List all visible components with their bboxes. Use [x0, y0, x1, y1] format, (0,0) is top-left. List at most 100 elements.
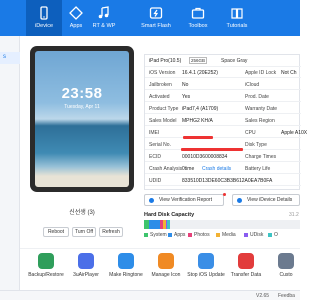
- info-row: IMEI CPU Apple A10X: [145, 127, 307, 138]
- notification-dot: [223, 193, 226, 196]
- redaction-mark: [181, 148, 243, 151]
- status-bar: V2.65 Feedba: [0, 290, 300, 300]
- legend-label: Media: [222, 232, 236, 238]
- redaction-mark: [183, 136, 213, 139]
- tool-make-ringtone[interactable]: Make Ringtone: [104, 253, 148, 278]
- info-key: Charge Times: [245, 154, 277, 160]
- report-icon: [149, 198, 154, 203]
- tab-tutorials[interactable]: Tutorials: [222, 0, 252, 36]
- info-row: Crash Analysis 0time Crash details Battery …: [145, 163, 301, 174]
- legend-swatch: [144, 232, 148, 237]
- info-row: iOS Version 16.4.1 (20E252) Apple ID Lock N…: [145, 67, 301, 78]
- info-key: iOS Version: [149, 70, 176, 76]
- legend-item: UDisk: [244, 232, 263, 238]
- device-screen: 23:58 Tuesday, Apr 11: [35, 51, 129, 187]
- info-value: 00010D3600008834: [182, 154, 228, 160]
- info-key: IMEI: [149, 130, 160, 136]
- sidebar: s: [0, 36, 20, 300]
- info-key: UDID: [149, 178, 162, 184]
- tool-custo[interactable]: Custo: [264, 253, 308, 278]
- grid-icon: [158, 253, 174, 269]
- tool-label: Custo: [279, 272, 293, 278]
- info-value: 0time: [182, 166, 195, 172]
- info-value: Apple A10X: [281, 130, 308, 136]
- info-key: CPU: [245, 130, 256, 136]
- tool-manage-icon[interactable]: Manage Icon: [144, 253, 188, 278]
- info-row: Activated Yes Prod. Date: [145, 91, 301, 102]
- toolbox-icon: [191, 7, 205, 19]
- info-value: 16.4.1 (20E252): [182, 70, 218, 76]
- sidebar-item-label: s: [3, 54, 6, 60]
- phone-icon: [40, 6, 48, 20]
- legend-label: O: [274, 232, 278, 238]
- apps-icon: [69, 6, 83, 20]
- legend-label: Photos: [194, 232, 210, 238]
- backup-icon: [38, 253, 54, 269]
- transfer-icon: [238, 253, 254, 269]
- device-color: Space Gray: [221, 58, 248, 64]
- refresh-button[interactable]: Refresh: [99, 227, 123, 237]
- tab-label: Smart Flash: [141, 23, 171, 29]
- tab-rt-wp[interactable]: RT & WP: [90, 0, 118, 36]
- tool-label: Backup/Restore: [28, 272, 64, 278]
- legend-item: Photos: [188, 232, 210, 238]
- device-name: 신선생 (3): [69, 210, 95, 216]
- app-logo: [0, 0, 20, 36]
- tutorials-icon: [231, 8, 243, 19]
- tab-label: Tutorials: [226, 23, 248, 29]
- info-actions: View Verification Report View iDevice De…: [144, 193, 300, 206]
- tool-label: Transfer Data: [230, 272, 262, 278]
- tab-label: Toolbox: [188, 23, 208, 29]
- view-idevice-details-button[interactable]: View iDevice Details: [232, 194, 300, 206]
- disk-segment: [148, 220, 160, 229]
- tool-3uairplayer[interactable]: 3uAirPlayer: [64, 253, 108, 278]
- tab-toolbox[interactable]: Toolbox: [184, 0, 212, 36]
- legend-label: UDisk: [250, 232, 264, 238]
- info-value: iPad7,4 (A1709): [182, 106, 219, 112]
- tool-stop-ios-update[interactable]: Stop iOS Update: [184, 253, 228, 278]
- info-row: Jailbroken No iCloud: [145, 79, 301, 90]
- custom-icon: [278, 253, 294, 269]
- stop-update-icon: [198, 253, 214, 269]
- info-key: ECID: [149, 154, 161, 160]
- view-verification-report-button[interactable]: View Verification Report: [144, 193, 226, 206]
- airplayer-icon: [78, 253, 94, 269]
- device-model: iPad Pro(10.5): [149, 58, 182, 64]
- crash-details-link[interactable]: Crash details: [202, 166, 231, 172]
- legend-item: System: [144, 232, 167, 238]
- info-value: No: [182, 82, 189, 88]
- tool-shortcuts: Backup/Restore 3uAirPlayer Make Ringtone Ma…: [20, 248, 300, 284]
- legend-swatch: [168, 232, 172, 237]
- legend-swatch: [216, 232, 220, 237]
- info-row: Product Type iPad7,4 (A1709) Warranty Date: [145, 103, 301, 114]
- tab-idevice[interactable]: iDevice: [26, 0, 62, 36]
- reboot-button[interactable]: Reboot: [43, 227, 69, 237]
- info-key: Jailbroken: [149, 82, 172, 88]
- disk-used-value: 31.2: [289, 212, 299, 218]
- tool-label: Stop iOS Update: [187, 272, 225, 278]
- disk-capacity-title: Hard Disk Capacity: [144, 212, 195, 218]
- tool-backup-restore[interactable]: Backup/Restore: [24, 253, 68, 278]
- info-value: Yes: [182, 94, 191, 100]
- feedback-link[interactable]: Feedba: [278, 293, 295, 299]
- lockscreen-time: 23:58: [61, 85, 103, 102]
- tab-smart-flash[interactable]: Smart Flash: [140, 0, 172, 36]
- sidebar-item-selected[interactable]: s: [0, 52, 20, 64]
- tab-apps[interactable]: Apps: [62, 0, 90, 36]
- info-key: Product Type: [149, 106, 179, 112]
- ringtone-icon: [98, 6, 109, 19]
- info-value: 833510D13DE60C3B3B612A0EA7B0FA: [182, 178, 273, 184]
- info-key: Warranty Date: [245, 106, 278, 112]
- tab-label: RT & WP: [92, 23, 116, 29]
- info-value: MPHG2 KH/A: [182, 118, 213, 124]
- legend-swatch: [244, 232, 248, 237]
- legend-swatch: [268, 232, 272, 237]
- ringtone-icon: [118, 253, 134, 269]
- legend-label: Apps: [174, 232, 186, 238]
- info-key: Sales Model: [149, 118, 177, 124]
- capacity-badge: 256GB: [189, 57, 208, 64]
- tool-transfer-data[interactable]: Transfer Data: [224, 253, 268, 278]
- turn-off-button[interactable]: Turn Off: [72, 227, 96, 237]
- info-key: Serial No.: [149, 142, 171, 148]
- info-key: Battery Life: [245, 166, 271, 172]
